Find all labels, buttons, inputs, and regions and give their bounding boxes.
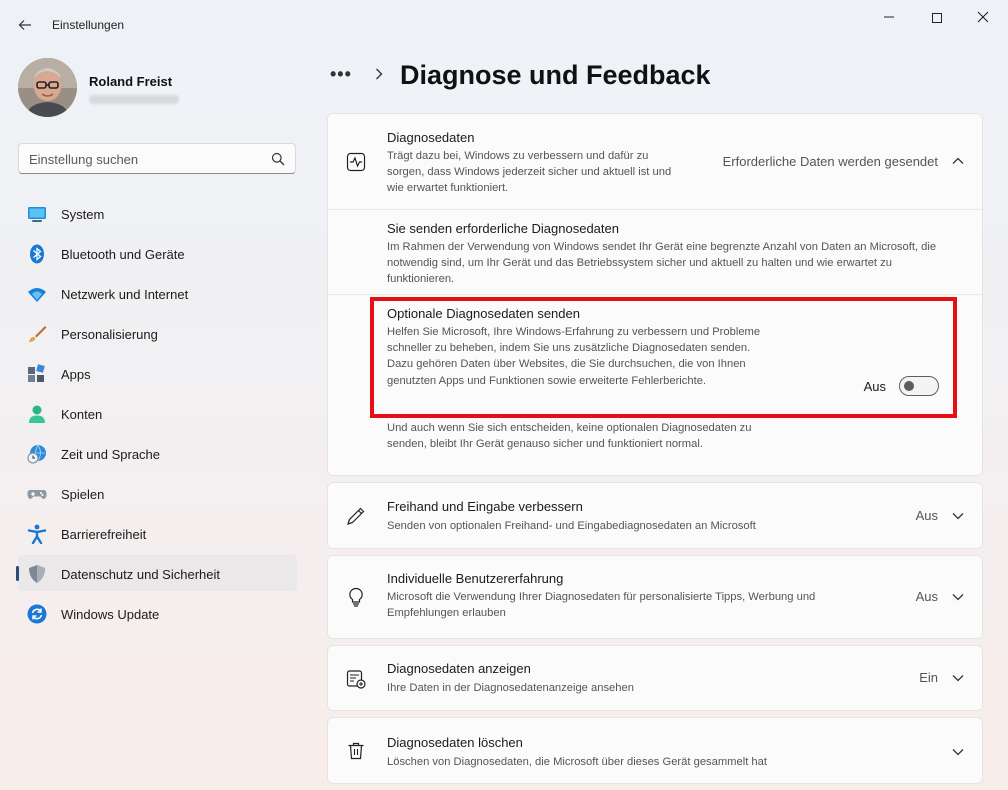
row-value: Aus xyxy=(915,508,938,523)
row-title: Diagnosedaten löschen xyxy=(387,735,523,750)
sidebar-item-apps[interactable]: Apps xyxy=(18,355,297,391)
diagnostics-description: Trägt dazu bei, Windows zu verbessern un… xyxy=(387,150,672,195)
sidebar-item-personalization[interactable]: Personalisierung xyxy=(18,315,297,351)
sidebar-item-privacy-security[interactable]: Datenschutz und Sicherheit xyxy=(16,555,297,591)
sidebar-item-accessibility[interactable]: Barrierefreiheit xyxy=(18,515,297,551)
minimize-button[interactable] xyxy=(866,6,912,28)
apps-icon xyxy=(28,364,45,382)
chevron-down-icon[interactable] xyxy=(951,509,965,523)
settings-row-tailored-experience[interactable]: Individuelle Benutzererfahrung Microsoft… xyxy=(327,555,983,639)
avatar xyxy=(18,58,77,117)
settings-row-inking[interactable]: Freihand und Eingabe verbessern Senden v… xyxy=(327,482,983,549)
settings-row-view-diagnostics[interactable]: Diagnosedaten anzeigen Ihre Daten in der… xyxy=(327,645,983,711)
close-button[interactable] xyxy=(960,6,1006,28)
sidebar-item-bluetooth[interactable]: Bluetooth und Geräte xyxy=(18,235,297,271)
chevron-down-icon[interactable] xyxy=(951,671,965,685)
sidebar-item-gaming[interactable]: Spielen xyxy=(18,475,297,511)
bluetooth-icon xyxy=(30,244,44,264)
main-content: Diagnosedaten Trägt dazu bei, Windows zu… xyxy=(327,113,983,784)
required-diagnostics-section: Sie senden erforderliche Diagnosedaten I… xyxy=(328,210,982,295)
sidebar-item-accounts[interactable]: Konten xyxy=(18,395,297,431)
sidebar-item-label: Netzwerk und Internet xyxy=(61,287,189,302)
activity-icon xyxy=(346,152,366,172)
close-icon xyxy=(977,11,989,23)
maximize-icon xyxy=(932,13,942,24)
arrow-left-icon xyxy=(18,20,31,30)
globe-clock-icon xyxy=(27,444,46,464)
search-input[interactable]: Einstellung suchen xyxy=(29,152,138,167)
row-title: Individuelle Benutzererfahrung xyxy=(387,571,564,586)
sidebar-item-label: Bluetooth und Geräte xyxy=(61,247,185,262)
settings-row-delete-diagnostics[interactable]: Diagnosedaten löschen Löschen von Diagno… xyxy=(327,717,983,784)
maximize-button[interactable] xyxy=(914,6,960,28)
page-title: Diagnose und Feedback xyxy=(400,60,711,90)
optional-diagnostics-note: Und auch wenn Sie sich entscheiden, kein… xyxy=(387,422,752,451)
sidebar-item-label: Konten xyxy=(61,407,103,422)
settings-search[interactable]: Einstellung suchen xyxy=(18,143,296,174)
sidebar-item-label: Apps xyxy=(61,367,91,382)
trash-icon xyxy=(348,742,364,760)
app-title: Einstellungen xyxy=(52,18,125,32)
user-name: Roland Freist xyxy=(89,74,173,89)
row-description: Löschen von Diagnosedaten, die Microsoft… xyxy=(387,756,767,768)
shield-icon xyxy=(29,565,45,583)
sidebar-item-label: Barrierefreiheit xyxy=(61,527,147,542)
gamepad-icon xyxy=(27,490,47,499)
row-description: Senden von optionalen Freihand- und Eing… xyxy=(387,520,756,532)
diagnostics-header[interactable]: Diagnosedaten Trägt dazu bei, Windows zu… xyxy=(328,114,982,210)
sidebar-item-label: Zeit und Sprache xyxy=(61,447,161,462)
diagnostics-status: Erforderliche Daten werden gesendet xyxy=(722,154,938,169)
row-title: Freihand und Eingabe verbessern xyxy=(387,499,583,514)
required-diagnostics-title: Sie senden erforderliche Diagnosedaten xyxy=(387,221,619,236)
row-title: Diagnosedaten anzeigen xyxy=(387,661,531,676)
sidebar-item-label: System xyxy=(61,207,105,222)
monitor-icon xyxy=(28,207,46,222)
user-email-redacted xyxy=(89,95,179,104)
required-diagnostics-description: Im Rahmen der Verwendung von Windows sen… xyxy=(387,241,937,286)
breadcrumb-overflow-button[interactable]: ••• xyxy=(330,64,352,85)
chevron-down-icon[interactable] xyxy=(951,745,965,759)
sidebar-item-label: Personalisierung xyxy=(61,327,158,342)
person-icon xyxy=(29,405,45,423)
row-description: Ihre Daten in der Diagnosedatenanzeige a… xyxy=(387,682,634,694)
user-profile[interactable]: Roland Freist xyxy=(18,58,298,118)
sidebar-nav: System Bluetooth und Geräte Netzwerk und… xyxy=(16,195,297,635)
brush-icon xyxy=(29,326,47,342)
active-indicator xyxy=(16,566,19,581)
sidebar-item-system[interactable]: System xyxy=(18,195,297,231)
minimize-icon xyxy=(884,16,894,18)
sidebar-item-network[interactable]: Netzwerk und Internet xyxy=(18,275,297,311)
wifi-icon xyxy=(28,288,46,302)
data-viewer-icon xyxy=(346,670,366,689)
diagnostics-title: Diagnosedaten xyxy=(387,130,475,145)
sidebar-item-label: Windows Update xyxy=(61,607,160,622)
diagnostics-card: Diagnosedaten Trägt dazu bei, Windows zu… xyxy=(327,113,983,476)
sidebar-item-label: Datenschutz und Sicherheit xyxy=(61,567,220,582)
chevron-up-icon[interactable] xyxy=(951,154,965,168)
highlight-annotation xyxy=(370,297,957,418)
row-description: Microsoft die Verwendung Ihrer Diagnosed… xyxy=(387,591,816,620)
back-button[interactable] xyxy=(14,14,36,36)
accessibility-icon xyxy=(27,524,47,544)
row-value: Ein xyxy=(919,670,938,685)
refresh-icon xyxy=(27,604,47,624)
row-value: Aus xyxy=(915,589,938,604)
lightbulb-icon xyxy=(349,587,363,607)
sidebar-item-label: Spielen xyxy=(61,487,105,502)
search-icon[interactable] xyxy=(271,152,285,166)
sidebar-item-windows-update[interactable]: Windows Update xyxy=(18,595,297,631)
chevron-right-icon xyxy=(376,68,383,80)
title-bar: Einstellungen xyxy=(0,0,1008,50)
chevron-down-icon[interactable] xyxy=(951,590,965,604)
pen-icon xyxy=(347,507,365,525)
sidebar-item-time-language[interactable]: Zeit und Sprache xyxy=(18,435,297,471)
